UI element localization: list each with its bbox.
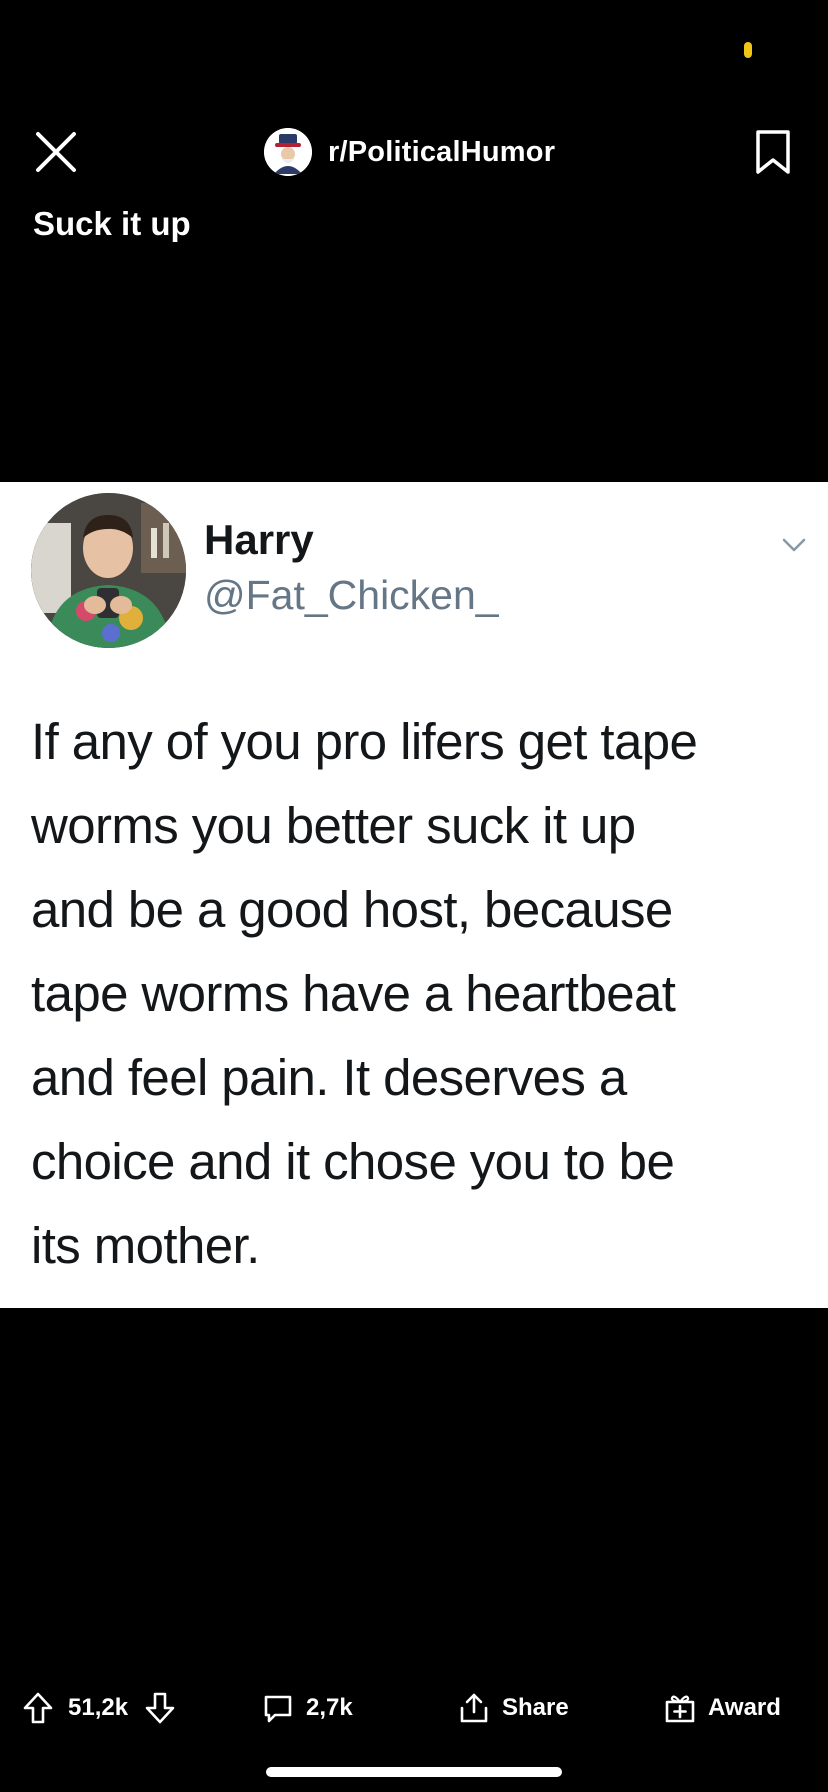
subreddit-avatar (264, 128, 312, 176)
bookmark-button[interactable] (748, 124, 798, 180)
post-title: Suck it up (33, 205, 191, 242)
tweet-line: tape worms have a heartbeat (31, 965, 676, 1022)
tweet-line: its mother. (31, 1217, 260, 1274)
tweet-text: If any of you pro lifers get tape worms … (31, 700, 811, 1288)
tweet-line: worms you better suck it up (31, 797, 636, 854)
tweet-line: choice and it chose you to be (31, 1133, 675, 1190)
share-button[interactable]: Share (458, 1680, 569, 1736)
status-indicator (744, 42, 752, 58)
comments-count: 2,7k (306, 1694, 353, 1721)
comment-icon (264, 1695, 292, 1723)
tweet-chevron (776, 530, 812, 560)
vote-group: 51,2k (22, 1680, 176, 1736)
bookmark-icon (756, 130, 790, 174)
tweet-avatar (31, 493, 186, 648)
close-icon (36, 132, 76, 172)
award-label: Award (708, 1694, 781, 1721)
comments-button[interactable]: 2,7k (262, 1680, 353, 1736)
tweet-line: and feel pain. It deserves a (31, 1049, 627, 1106)
tweet-line: and be a good host, because (31, 881, 673, 938)
downvote-icon[interactable] (144, 1691, 176, 1725)
post-action-bar: 51,2k 2,7k Share Award (0, 1680, 828, 1736)
share-label: Share (502, 1694, 569, 1721)
subreddit-name: r/PoliticalHumor (328, 135, 556, 168)
close-button[interactable] (28, 124, 84, 180)
vote-score: 51,2k (68, 1694, 129, 1721)
tweet-author-name: Harry (204, 516, 314, 563)
share-icon (460, 1693, 488, 1723)
chevron-down-icon (782, 538, 806, 552)
award-button[interactable]: Award (664, 1680, 781, 1736)
subreddit-link[interactable]: r/PoliticalHumor (264, 124, 555, 180)
home-indicator[interactable] (266, 1767, 562, 1777)
upvote-icon[interactable] (22, 1691, 54, 1725)
tweet-line: If any of you pro lifers get tape (31, 713, 698, 770)
award-icon (665, 1695, 695, 1723)
tweet-author-handle: @Fat_Chicken_ (204, 572, 499, 618)
